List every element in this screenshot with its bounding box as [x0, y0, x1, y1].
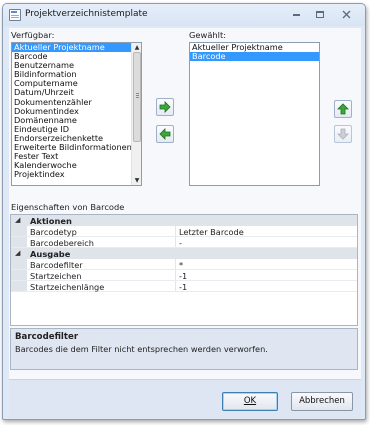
property-name: Startzeichenlänge: [30, 282, 105, 292]
property-value[interactable]: Letzter Barcode: [179, 227, 244, 237]
column-divider: [175, 270, 176, 280]
add-button[interactable]: [156, 98, 174, 116]
available-listbox[interactable]: Aktueller Projektname Barcode Benutzername…: [11, 42, 142, 186]
app-icon: [9, 9, 21, 21]
property-row[interactable]: Barcodefilter *: [11, 259, 357, 270]
arrow-right-icon: [159, 101, 171, 113]
property-value[interactable]: -: [179, 238, 182, 248]
property-row[interactable]: Barcodebereich -: [11, 237, 357, 248]
description-panel: Barcodefilter Barcodes die dem Filter ni…: [10, 328, 358, 370]
column-divider: [175, 259, 176, 269]
button-bar: OK Abbrechen: [9, 379, 361, 418]
scroll-down-icon[interactable]: ▼: [132, 176, 141, 185]
ok-button[interactable]: OK: [222, 392, 278, 411]
arrow-up-icon: [337, 103, 349, 115]
property-category[interactable]: ◢ Ausgabe: [11, 248, 357, 259]
cancel-button[interactable]: Abbrechen: [291, 392, 353, 411]
row-gutter: [11, 281, 27, 291]
property-name: Barcodetyp: [30, 227, 77, 237]
move-down-button[interactable]: [334, 125, 352, 143]
property-name: Startzeichen: [30, 271, 82, 281]
column-divider: [175, 226, 176, 236]
title-bar[interactable]: Projektverzeichnistemplate: [3, 4, 365, 26]
properties-label: Eigenschaften von Barcode: [11, 202, 125, 212]
available-scrollbar[interactable]: ▲ ▼: [131, 43, 141, 185]
property-value[interactable]: -1: [179, 271, 187, 281]
collapse-icon[interactable]: ◢: [15, 249, 20, 257]
property-row[interactable]: Startzeichenlänge -1: [11, 281, 357, 292]
close-icon: [342, 10, 350, 19]
close-button[interactable]: [337, 8, 355, 21]
remove-button[interactable]: [156, 125, 174, 143]
property-name: Barcodefilter: [30, 260, 83, 270]
maximize-button[interactable]: [311, 8, 329, 21]
minimize-button[interactable]: [287, 8, 305, 21]
property-row[interactable]: Startzeichen -1: [11, 270, 357, 281]
description-text: Barcodes die dem Filter nicht entspreche…: [15, 344, 268, 354]
maximize-icon: [316, 11, 324, 18]
arrow-left-icon: [159, 128, 171, 140]
collapse-icon[interactable]: ◢: [15, 216, 20, 224]
category-name: Ausgabe: [30, 249, 71, 259]
arrow-down-icon: [337, 128, 349, 140]
column-divider: [175, 281, 176, 291]
scroll-up-icon[interactable]: ▲: [132, 43, 141, 52]
row-gutter: [11, 237, 27, 247]
ok-label: OK: [243, 396, 257, 406]
scroll-thumb[interactable]: [133, 52, 141, 142]
cancel-label: Abbrechen: [299, 396, 345, 406]
move-up-button[interactable]: [334, 100, 352, 118]
property-value[interactable]: -1: [179, 282, 187, 292]
minimize-icon: [292, 14, 300, 16]
available-label: Verfügbar:: [11, 30, 55, 40]
column-divider: [175, 237, 176, 247]
row-gutter: [11, 259, 27, 269]
list-item[interactable]: Barcode: [190, 51, 319, 62]
window-title: Projektverzeichnistemplate: [25, 9, 148, 19]
description-title: Barcodefilter: [15, 332, 79, 342]
property-value[interactable]: *: [179, 260, 183, 270]
property-row[interactable]: Barcodetyp Letzter Barcode: [11, 226, 357, 237]
property-grid[interactable]: ◢ Aktionen Barcodetyp Letzter Barcode Barcod…: [10, 214, 358, 326]
property-name: Barcodebereich: [30, 238, 94, 248]
row-gutter: [11, 270, 27, 280]
property-category[interactable]: ◢ Aktionen: [11, 215, 357, 226]
dialog-window: Projektverzeichnistemplate Verfügbar: Ge…: [2, 3, 366, 420]
category-name: Aktionen: [30, 216, 72, 226]
selected-listbox[interactable]: Aktueller Projektname Barcode: [189, 42, 320, 186]
selected-label: Gewählt:: [189, 30, 227, 40]
list-item[interactable]: Projektindex: [12, 170, 141, 179]
row-gutter: [11, 226, 27, 236]
dialog-client: Verfügbar: Gewählt: Aktueller Projektnam…: [9, 28, 361, 418]
